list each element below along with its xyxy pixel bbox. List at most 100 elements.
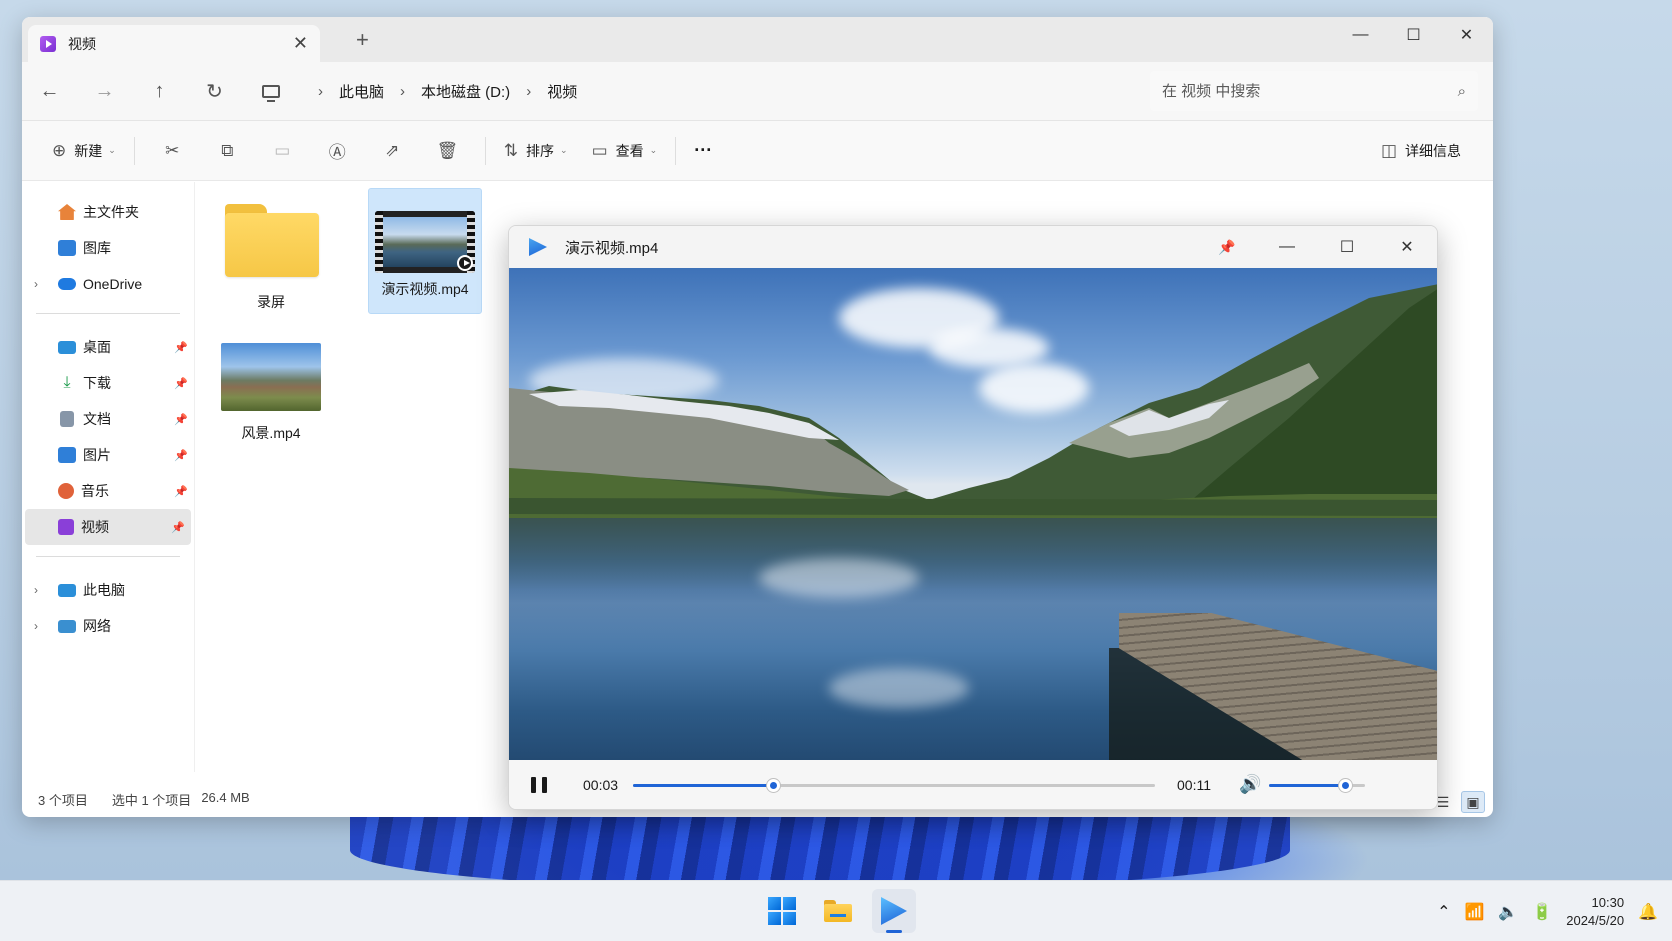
chevron-right-icon[interactable]: › bbox=[526, 83, 531, 100]
volume-slider[interactable] bbox=[1269, 779, 1365, 792]
share-button[interactable]: ⇗ bbox=[365, 133, 420, 169]
sidebar-item-home[interactable]: 主文件夹 bbox=[22, 194, 194, 230]
player-title: 演示视频.mp4 bbox=[565, 239, 659, 257]
close-button[interactable]: ✕ bbox=[1440, 17, 1493, 53]
seek-thumb[interactable] bbox=[766, 779, 780, 792]
file-item-video-selected[interactable]: 演示视频.mp4 bbox=[368, 188, 482, 314]
gallery-icon bbox=[58, 240, 76, 256]
seek-bar[interactable] bbox=[633, 779, 1155, 792]
taskbar-file-explorer[interactable] bbox=[816, 889, 860, 933]
copy-button[interactable]: ⧉ bbox=[200, 133, 255, 169]
document-icon bbox=[60, 411, 74, 427]
speaker-icon[interactable]: 🔈 bbox=[1498, 902, 1518, 922]
chevron-right-icon[interactable]: › bbox=[318, 83, 323, 100]
sidebar-item-videos[interactable]: 视频 📌 bbox=[25, 509, 191, 545]
clock[interactable]: 10:30 2024/5/20 bbox=[1566, 894, 1624, 930]
file-item-video[interactable]: 风景.mp4 bbox=[214, 343, 328, 469]
sidebar-item-downloads[interactable]: ⤓ 下载 📌 bbox=[22, 365, 194, 401]
minimize-button[interactable]: — bbox=[1334, 17, 1387, 53]
sidebar-item-music[interactable]: 音乐 📌 bbox=[22, 473, 194, 509]
clipboard-icon: ▭ bbox=[274, 140, 291, 160]
breadcrumb: › 此电脑 › 本地磁盘 (D:) › 视频 bbox=[262, 62, 577, 121]
sidebar-item-network[interactable]: › 网络 bbox=[22, 608, 194, 644]
maximize-button[interactable]: ☐ bbox=[1317, 226, 1377, 268]
download-icon: ⤓ bbox=[63, 374, 71, 391]
sidebar-item-label: 视频 bbox=[81, 519, 109, 535]
forward-button[interactable]: → bbox=[77, 80, 132, 103]
file-item-folder[interactable]: 录屏 bbox=[214, 188, 328, 314]
chevron-down-icon: ⌄ bbox=[649, 145, 658, 155]
close-button[interactable]: ✕ bbox=[1377, 226, 1437, 268]
new-button[interactable]: ⊕ 新建 ⌄ bbox=[44, 133, 124, 169]
paste-button[interactable]: ▭ bbox=[255, 133, 310, 169]
sidebar-item-gallery[interactable]: 图库 bbox=[22, 230, 194, 266]
pin-icon[interactable]: 📌 bbox=[171, 521, 185, 534]
sidebar-item-documents[interactable]: 文档 📌 bbox=[22, 401, 194, 437]
sidebar-item-label: 桌面 bbox=[83, 339, 111, 355]
pc-icon[interactable] bbox=[262, 85, 280, 102]
folder-icon bbox=[223, 204, 319, 280]
search-input[interactable] bbox=[1162, 82, 1458, 100]
chevron-right-icon[interactable]: › bbox=[400, 83, 405, 100]
pause-button[interactable] bbox=[531, 776, 547, 793]
new-label: 新建 bbox=[74, 142, 103, 159]
sidebar-item-label: 文档 bbox=[83, 411, 111, 427]
chevron-right-icon[interactable]: › bbox=[34, 277, 38, 291]
sort-label: 排序 bbox=[526, 142, 555, 159]
pin-icon[interactable]: 📌 bbox=[174, 413, 188, 426]
sidebar-item-onedrive[interactable]: › OneDrive bbox=[22, 266, 194, 302]
pin-icon[interactable]: 📌 bbox=[174, 485, 188, 498]
tab-videos[interactable]: 视频 ✕ bbox=[28, 25, 320, 62]
sidebar-item-label: 图库 bbox=[83, 240, 111, 256]
lake-reflection bbox=[509, 518, 1437, 638]
taskbar: ⌃ 📶 🔈 🔋 10:30 2024/5/20 🔔 bbox=[0, 880, 1672, 941]
selected-count: 选中 1 个项目 bbox=[111, 793, 192, 808]
video-frame[interactable] bbox=[509, 268, 1437, 760]
minimize-button[interactable]: — bbox=[1257, 226, 1317, 268]
chevron-right-icon[interactable]: › bbox=[34, 619, 38, 633]
refresh-button[interactable]: ↻ bbox=[187, 79, 242, 104]
more-button[interactable]: ··· bbox=[686, 133, 720, 169]
sidebar-item-desktop[interactable]: 桌面 📌 bbox=[22, 329, 194, 365]
battery-icon[interactable]: 🔋 bbox=[1532, 902, 1552, 922]
search-box[interactable]: ⌕ bbox=[1150, 71, 1478, 111]
sidebar-item-this-pc[interactable]: › 此电脑 bbox=[22, 572, 194, 608]
view-button[interactable]: ▭ 查看 ⌄ bbox=[584, 133, 666, 169]
divider bbox=[133, 136, 135, 165]
chevron-up-icon[interactable]: ⌃ bbox=[1437, 902, 1450, 922]
video-folder-icon bbox=[40, 35, 56, 52]
maximize-button[interactable]: ☐ bbox=[1387, 17, 1440, 53]
video-icon bbox=[58, 519, 74, 535]
tiles-view-icon[interactable]: ▣ bbox=[1461, 791, 1485, 813]
details-button[interactable]: ◫ 详细信息 bbox=[1373, 133, 1469, 169]
pin-icon[interactable]: 📌 bbox=[174, 341, 188, 354]
scissors-icon: ✂ bbox=[165, 140, 180, 160]
tab-close-icon[interactable]: ✕ bbox=[293, 33, 308, 54]
breadcrumb-this-pc[interactable]: 此电脑 bbox=[339, 81, 384, 102]
view-label: 查看 bbox=[615, 142, 644, 159]
breadcrumb-drive-d[interactable]: 本地磁盘 (D:) bbox=[421, 81, 510, 102]
taskbar-apps bbox=[760, 889, 916, 933]
pin-button[interactable]: 📌 bbox=[1197, 226, 1257, 268]
rename-button[interactable]: Ⓐ bbox=[310, 133, 365, 169]
delete-button[interactable]: 🗑 bbox=[420, 133, 475, 169]
up-button[interactable]: ↑ bbox=[132, 80, 187, 103]
sort-button[interactable]: ⇅ 排序 ⌄ bbox=[496, 133, 576, 169]
cut-button[interactable]: ✂ bbox=[145, 133, 200, 169]
wifi-icon[interactable]: 📶 bbox=[1464, 902, 1484, 922]
pin-icon[interactable]: 📌 bbox=[174, 377, 188, 390]
chevron-right-icon[interactable]: › bbox=[34, 583, 38, 597]
pin-icon[interactable]: 📌 bbox=[174, 449, 188, 462]
sidebar-item-pictures[interactable]: 图片 📌 bbox=[22, 437, 194, 473]
search-icon[interactable]: ⌕ bbox=[1458, 83, 1466, 100]
bell-icon[interactable]: 🔔 bbox=[1638, 902, 1658, 922]
volume-icon[interactable]: 🔊 bbox=[1239, 774, 1261, 795]
media-player-icon bbox=[529, 238, 547, 256]
back-button[interactable]: ← bbox=[22, 80, 77, 103]
current-time: 00:03 bbox=[583, 776, 619, 793]
start-button[interactable] bbox=[760, 889, 804, 933]
new-tab-button[interactable]: + bbox=[356, 27, 369, 53]
breadcrumb-videos[interactable]: 视频 bbox=[547, 81, 577, 102]
volume-thumb[interactable] bbox=[1338, 779, 1352, 792]
taskbar-media-player[interactable] bbox=[872, 889, 916, 933]
